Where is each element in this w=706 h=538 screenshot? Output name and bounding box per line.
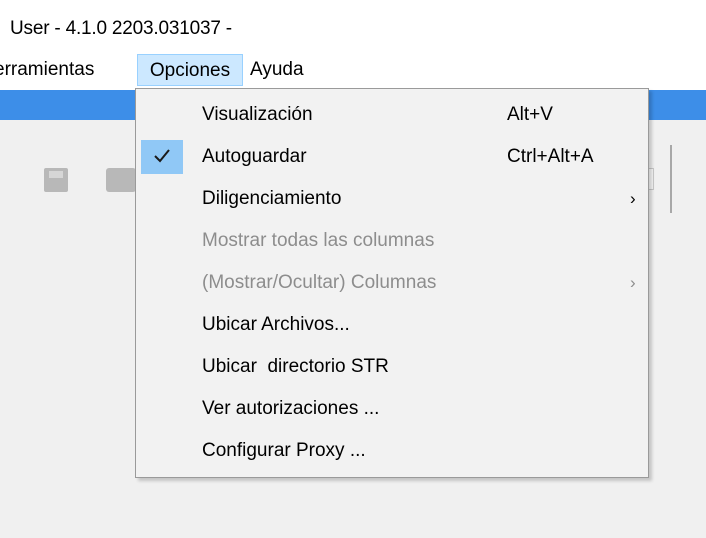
menu-item-ubicar-archivos[interactable]: Ubicar Archivos... [136,304,648,346]
title-bar: User - 4.1.0 2203.031037 - [0,0,706,54]
menu-item-label: Mostrar todas las columnas [202,230,435,251]
menu-item-label: Visualización [202,104,313,125]
menu-item-label: Ubicar directorio STR [202,356,389,377]
menu-item-shortcut: Alt+V [507,104,553,125]
menu-ayuda[interactable]: Ayuda [250,54,304,86]
save-icon[interactable] [44,168,68,192]
menu-item-mostrar-ocultar-columnas: (Mostrar/Ocultar) Columnas › [136,262,648,304]
checkmark-icon [141,140,183,174]
menu-item-ver-autorizaciones[interactable]: Ver autorizaciones ... [136,388,648,430]
chevron-right-icon: › [630,189,636,208]
toolbar-separator [670,145,672,213]
menu-item-diligenciamiento[interactable]: Diligenciamiento › [136,178,648,220]
chevron-right-icon: › [630,273,636,292]
menu-item-label: (Mostrar/Ocultar) Columnas [202,272,437,293]
menu-item-label: Diligenciamiento [202,188,342,209]
menu-item-label: Ubicar Archivos... [202,314,350,335]
menu-herramientas[interactable]: erramientas [0,54,138,86]
menu-item-shortcut: Ctrl+Alt+A [507,146,594,167]
menu-item-visualizacion[interactable]: Visualización Alt+V [136,94,648,136]
menu-herramientas-label: erramientas [0,59,95,80]
menu-item-mostrar-todas-columnas: Mostrar todas las columnas [136,220,648,262]
window-title: User - 4.1.0 2203.031037 - [10,18,232,39]
menu-item-ubicar-directorio-str[interactable]: Ubicar directorio STR [136,346,648,388]
menu-opciones[interactable]: Opciones [137,54,243,86]
menu-item-label: Autoguardar [202,146,307,167]
menu-bar: erramientas Opciones Ayuda [0,54,706,88]
menu-item-configurar-proxy[interactable]: Configurar Proxy ... [136,430,648,472]
print-icon[interactable] [106,168,136,192]
menu-item-autoguardar[interactable]: Autoguardar Ctrl+Alt+A [136,136,648,178]
opciones-dropdown-menu: Visualización Alt+V Autoguardar Ctrl+Alt… [135,88,649,478]
menu-item-label: Configurar Proxy ... [202,440,366,461]
menu-item-label: Ver autorizaciones ... [202,398,380,419]
